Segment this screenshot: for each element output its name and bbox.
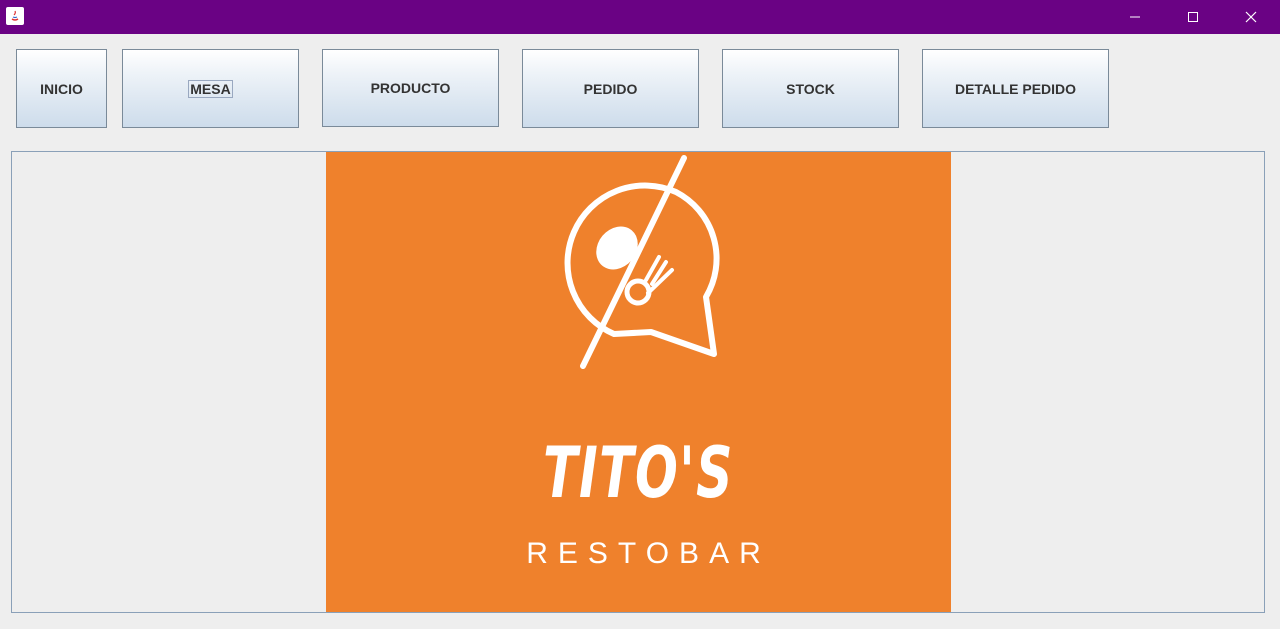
maximize-icon [1188,12,1198,22]
chat-bubble-spoon-fork-icon [564,155,720,369]
close-icon [1245,11,1257,23]
restaurant-logo: TITO'S RESTOBAR [326,152,951,612]
minimize-icon [1130,16,1140,18]
title-bar [0,0,1280,34]
minimize-button[interactable] [1112,0,1158,34]
close-button[interactable] [1228,0,1274,34]
brand-name: TITO'S [543,432,734,514]
pedido-button[interactable]: PEDIDO [522,49,699,128]
pedido-button-label: PEDIDO [583,80,638,97]
producto-button[interactable]: PRODUCTO [322,49,499,127]
stock-button-label: STOCK [786,80,835,97]
mesa-button[interactable]: MESA [122,49,299,128]
inicio-button-label: INICIO [40,80,83,97]
detalle-pedido-button-label: DETALLE PEDIDO [954,80,1077,97]
inicio-button[interactable]: INICIO [16,49,107,128]
mesa-button-label: MESA [188,79,233,98]
stock-button[interactable]: STOCK [722,49,899,128]
brand-subtitle: RESTOBAR [526,537,771,570]
java-app-icon[interactable] [6,7,24,25]
maximize-button[interactable] [1170,0,1216,34]
detalle-pedido-button[interactable]: DETALLE PEDIDO [922,49,1109,128]
producto-button-label: PRODUCTO [370,80,451,96]
